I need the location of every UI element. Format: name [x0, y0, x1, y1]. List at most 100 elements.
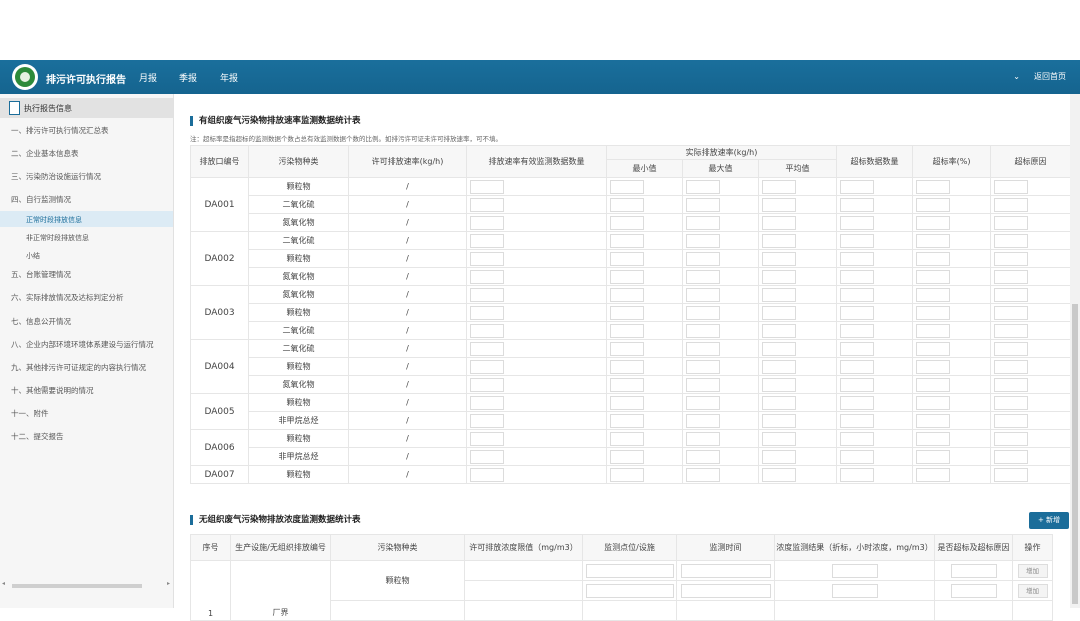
avg-input[interactable] [762, 377, 796, 392]
min-input[interactable] [610, 197, 644, 212]
exceed-count-input[interactable] [840, 359, 875, 374]
exceed-rate-input[interactable] [916, 377, 951, 392]
min-input[interactable] [610, 269, 644, 284]
avg-input[interactable] [762, 215, 796, 230]
max-input[interactable] [686, 251, 720, 266]
exceed-rate-input[interactable] [916, 251, 951, 266]
exceed-rate-input[interactable] [916, 467, 951, 482]
exceed-rate-input[interactable] [916, 215, 951, 230]
sidebar-item-attachments[interactable]: 十一、附件 [11, 408, 49, 419]
valid-count-input[interactable] [470, 287, 504, 302]
max-input[interactable] [686, 215, 720, 230]
exceed-reason-input[interactable] [994, 395, 1029, 410]
exceed-rate-input[interactable] [916, 179, 951, 194]
valid-count-input[interactable] [470, 323, 504, 338]
exceed-reason-input[interactable] [994, 215, 1029, 230]
exceed-reason-input[interactable] [994, 269, 1029, 284]
valid-count-input[interactable] [470, 233, 504, 248]
exceed-input[interactable] [950, 583, 997, 598]
avg-input[interactable] [762, 449, 796, 464]
min-input[interactable] [610, 395, 644, 410]
result-input[interactable] [831, 583, 878, 598]
exceed-reason-input[interactable] [994, 287, 1029, 302]
exceed-count-input[interactable] [840, 323, 875, 338]
nav-annual[interactable]: 年报 [220, 71, 238, 84]
valid-count-input[interactable] [470, 341, 504, 356]
min-input[interactable] [610, 251, 644, 266]
monitor-point-input[interactable] [585, 563, 674, 578]
exceed-rate-input[interactable] [916, 359, 951, 374]
avg-input[interactable] [762, 413, 796, 428]
vertical-scrollbar-thumb[interactable] [1072, 304, 1078, 604]
valid-count-input[interactable] [470, 413, 504, 428]
avg-input[interactable] [762, 395, 796, 410]
result-input[interactable] [831, 563, 878, 578]
exceed-count-input[interactable] [840, 377, 875, 392]
exceed-reason-input[interactable] [994, 305, 1029, 320]
exceed-count-input[interactable] [840, 395, 875, 410]
exceed-count-input[interactable] [840, 215, 875, 230]
avg-input[interactable] [762, 323, 796, 338]
max-input[interactable] [686, 269, 720, 284]
sidebar-item-submit[interactable]: 十二、提交报告 [11, 431, 64, 442]
scroll-left-icon[interactable]: ◂ [2, 580, 5, 587]
exceed-count-input[interactable] [840, 179, 875, 194]
sidebar-item-summary[interactable]: 一、排污许可执行情况汇总表 [11, 125, 109, 136]
exceed-count-input[interactable] [840, 449, 875, 464]
sidebar-item-ledger[interactable]: 五、台账管理情况 [11, 269, 71, 280]
sidebar-header[interactable]: 执行报告信息 [0, 98, 173, 118]
add-row-button[interactable]: 增加 [1017, 583, 1048, 598]
sidebar-subitem-summary[interactable]: 小结 [26, 251, 40, 261]
avg-input[interactable] [762, 431, 796, 446]
sidebar-subitem-abnormal[interactable]: 非正常时段排放信息 [26, 233, 89, 243]
valid-count-input[interactable] [470, 215, 504, 230]
max-input[interactable] [686, 233, 720, 248]
max-input[interactable] [686, 449, 720, 464]
min-input[interactable] [610, 359, 644, 374]
vertical-scrollbar[interactable] [1070, 94, 1080, 608]
nav-monthly[interactable]: 月报 [139, 71, 157, 84]
valid-count-input[interactable] [470, 179, 504, 194]
avg-input[interactable] [762, 269, 796, 284]
valid-count-input[interactable] [470, 305, 504, 320]
max-input[interactable] [686, 179, 720, 194]
monitor-time-input[interactable] [680, 563, 771, 578]
exceed-rate-input[interactable] [916, 431, 951, 446]
max-input[interactable] [686, 431, 720, 446]
min-input[interactable] [610, 341, 644, 356]
valid-count-input[interactable] [470, 269, 504, 284]
exceed-reason-input[interactable] [994, 449, 1029, 464]
sidebar-item-actual-emission[interactable]: 六、实际排放情况及达标判定分析 [11, 292, 124, 303]
add-row-button[interactable]: 增加 [1017, 563, 1048, 578]
exceed-count-input[interactable] [840, 305, 875, 320]
nav-quarterly[interactable]: 季报 [179, 71, 197, 84]
avg-input[interactable] [762, 251, 796, 266]
monitor-point-input[interactable] [585, 583, 674, 598]
valid-count-input[interactable] [470, 467, 504, 482]
exceed-rate-input[interactable] [916, 197, 951, 212]
add-button[interactable]: + 新增 [1029, 512, 1069, 529]
max-input[interactable] [686, 305, 720, 320]
exceed-count-input[interactable] [840, 251, 875, 266]
min-input[interactable] [610, 377, 644, 392]
exceed-rate-input[interactable] [916, 287, 951, 302]
sidebar-item-self-monitoring[interactable]: 四、自行监测情况 [11, 194, 71, 205]
min-input[interactable] [610, 305, 644, 320]
scrollbar-thumb[interactable] [12, 584, 142, 588]
max-input[interactable] [686, 287, 720, 302]
sidebar-item-other-notes[interactable]: 十、其他需要说明的情况 [11, 385, 94, 396]
valid-count-input[interactable] [470, 251, 504, 266]
valid-count-input[interactable] [470, 377, 504, 392]
valid-count-input[interactable] [470, 197, 504, 212]
exceed-rate-input[interactable] [916, 305, 951, 320]
home-link[interactable]: ⌄ 返回首页 [1013, 71, 1066, 82]
sidebar-item-internal-system[interactable]: 八、企业内部环境环境体系建设与运行情况 [11, 339, 154, 350]
sidebar-item-other-permit[interactable]: 九、其他排污许可证规定的内容执行情况 [11, 362, 146, 373]
avg-input[interactable] [762, 305, 796, 320]
exceed-reason-input[interactable] [994, 341, 1029, 356]
avg-input[interactable] [762, 359, 796, 374]
avg-input[interactable] [762, 467, 796, 482]
avg-input[interactable] [762, 197, 796, 212]
exceed-reason-input[interactable] [994, 179, 1029, 194]
valid-count-input[interactable] [470, 431, 504, 446]
